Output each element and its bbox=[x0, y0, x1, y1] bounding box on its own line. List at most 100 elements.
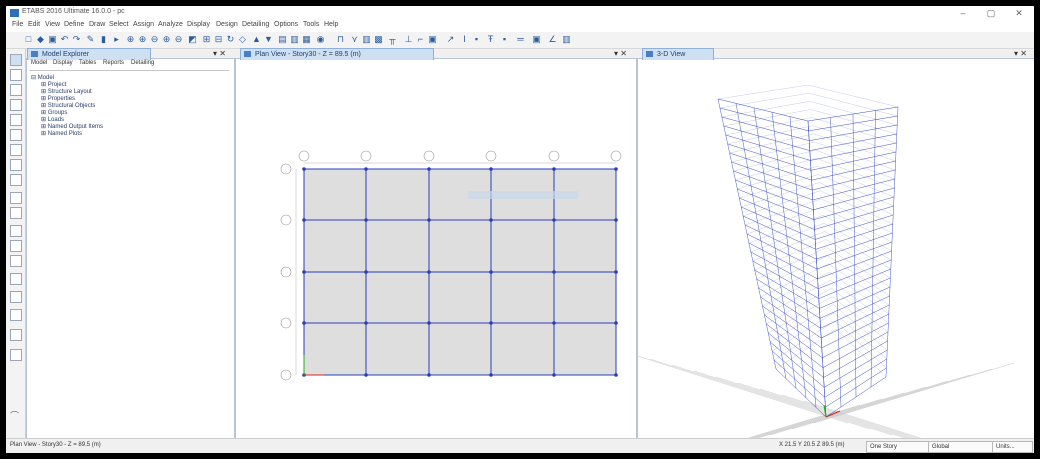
close-button[interactable]: ✕ bbox=[1006, 7, 1032, 19]
tree-item-model[interactable]: ⊟ Model bbox=[31, 74, 54, 81]
assign-angle-icon[interactable]: ∠ bbox=[548, 35, 557, 44]
menu-select[interactable]: Select bbox=[109, 21, 128, 28]
object-shrink-icon[interactable]: ▤ bbox=[278, 35, 287, 44]
explorer-pin-icon[interactable]: ▾ ✕ bbox=[213, 48, 226, 59]
snap-icon[interactable]: ▣ bbox=[428, 35, 437, 44]
draw-strip-icon[interactable] bbox=[10, 349, 22, 361]
snap-options-icon[interactable]: ⌒ bbox=[10, 409, 20, 421]
tab-reports[interactable]: Reports bbox=[103, 60, 124, 66]
menu-help[interactable]: Help bbox=[324, 21, 338, 28]
draw-tendon-tool-icon[interactable] bbox=[10, 309, 22, 321]
menu-view[interactable]: View bbox=[45, 21, 60, 28]
show-undeformed-icon[interactable]: ▦ bbox=[302, 35, 311, 44]
lock-icon[interactable]: ▮ bbox=[99, 35, 108, 44]
save-icon[interactable]: ▣ bbox=[48, 35, 57, 44]
story-select[interactable]: One Story bbox=[866, 441, 929, 453]
assign-shell-icon[interactable]: ▪ bbox=[500, 35, 509, 44]
zoom-window-icon[interactable]: ⊕ bbox=[126, 35, 135, 44]
pointer-tool-icon[interactable] bbox=[10, 54, 22, 66]
plan-view-icon[interactable]: ⊞ bbox=[202, 35, 211, 44]
redo-icon[interactable]: ↷ bbox=[72, 35, 81, 44]
run-analysis-icon[interactable]: ▸ bbox=[112, 35, 121, 44]
tree-item-properties[interactable]: ⊞ Properties bbox=[41, 95, 75, 102]
menu-draw[interactable]: Draw bbox=[89, 21, 105, 28]
tree-item-named-output-items[interactable]: ⊞ Named Output Items bbox=[41, 123, 103, 130]
zoom-previous-icon[interactable]: ⊖ bbox=[174, 35, 183, 44]
assign-misc-icon[interactable]: ▥ bbox=[562, 35, 571, 44]
select-icon[interactable]: ↗ bbox=[446, 35, 455, 44]
draw-rect-tool-icon[interactable] bbox=[10, 192, 22, 204]
elevation-view-icon[interactable]: ⊟ bbox=[214, 35, 223, 44]
menu-assign[interactable]: Assign bbox=[133, 21, 154, 28]
draw-link-tool-icon[interactable] bbox=[10, 291, 22, 303]
zoom-in-icon[interactable]: ⊕ bbox=[138, 35, 147, 44]
3d-view-canvas[interactable] bbox=[638, 59, 1034, 438]
draw-opening-tool-icon[interactable] bbox=[10, 174, 22, 186]
menu-analyze[interactable]: Analyze bbox=[158, 21, 183, 28]
draw-area-icon[interactable]: ⌐ bbox=[416, 35, 425, 44]
units-button[interactable]: Units... bbox=[992, 441, 1033, 453]
draw-link-icon[interactable]: ⊥ bbox=[404, 35, 413, 44]
tab-model[interactable]: Model bbox=[31, 60, 47, 66]
undo-icon[interactable]: ↶ bbox=[60, 35, 69, 44]
3d-view-close-icon[interactable]: ▾ ✕ bbox=[1014, 48, 1027, 59]
tree-item-project[interactable]: ⊞ Project bbox=[41, 81, 66, 88]
tree-item-groups[interactable]: ⊞ Groups bbox=[41, 109, 67, 116]
draw-floor-icon[interactable]: ▩ bbox=[374, 35, 383, 44]
open-icon[interactable]: ◆ bbox=[36, 35, 45, 44]
assign-joint-icon[interactable]: ▪ bbox=[472, 35, 481, 44]
display-dropdown-icon[interactable]: ◉ bbox=[316, 35, 325, 44]
menu-display[interactable]: Display bbox=[187, 21, 210, 28]
move-down-icon[interactable]: ▼ bbox=[264, 35, 273, 44]
assign-load-icon[interactable]: Ŧ bbox=[486, 35, 495, 44]
assign-tendon-icon[interactable]: ▣ bbox=[532, 35, 541, 44]
menu-define[interactable]: Define bbox=[64, 21, 84, 28]
menu-detailing[interactable]: Detailing bbox=[242, 21, 269, 28]
draw-brace-icon[interactable]: ⋎ bbox=[350, 35, 359, 44]
draw-frame-icon[interactable]: ⊓ bbox=[336, 35, 345, 44]
tab-detailing[interactable]: Detailing bbox=[131, 60, 154, 66]
pencil-icon[interactable]: ✎ bbox=[86, 35, 95, 44]
draw-grid-tool-icon[interactable] bbox=[10, 273, 22, 285]
tree-item-named-plots[interactable]: ⊞ Named Plots bbox=[41, 130, 82, 137]
minimize-button[interactable]: – bbox=[950, 7, 976, 19]
tree-item-structure-layout[interactable]: ⊞ Structure Layout bbox=[41, 88, 92, 95]
draw-wall-icon[interactable]: ▥ bbox=[362, 35, 371, 44]
menu-tools[interactable]: Tools bbox=[303, 21, 319, 28]
rotate-icon[interactable]: ↻ bbox=[226, 35, 235, 44]
draw-beam-tool-icon[interactable] bbox=[10, 99, 22, 111]
assign-frame-icon[interactable]: I bbox=[460, 35, 469, 44]
plan-view-canvas[interactable] bbox=[236, 59, 636, 438]
tab-display[interactable]: Display bbox=[53, 60, 73, 66]
grid-bubbles-left[interactable] bbox=[280, 163, 292, 381]
perspective-icon[interactable]: ◇ bbox=[238, 35, 247, 44]
3d-view-icon[interactable]: ◩ bbox=[188, 35, 197, 44]
menu-file[interactable]: File bbox=[12, 21, 23, 28]
tree-item-loads[interactable]: ⊞ Loads bbox=[41, 116, 64, 123]
tree-item-structural-objects[interactable]: ⊞ Structural Objects bbox=[41, 102, 95, 109]
draw-section-cut-icon[interactable] bbox=[10, 225, 22, 237]
move-up-icon[interactable]: ▲ bbox=[252, 35, 261, 44]
assign-link-icon[interactable]: ═ bbox=[516, 35, 525, 44]
draw-dimension-icon[interactable] bbox=[10, 240, 22, 252]
building-frame[interactable] bbox=[717, 84, 899, 418]
model-explorer-tab[interactable]: Model Explorer bbox=[27, 48, 151, 60]
tab-tables[interactable]: Tables bbox=[79, 60, 96, 66]
reshape-tool-icon[interactable] bbox=[10, 69, 22, 81]
plan-view-close-icon[interactable]: ▾ ✕ bbox=[614, 48, 627, 59]
menu-design[interactable]: Design bbox=[216, 21, 238, 28]
zoom-out-icon[interactable]: ⊖ bbox=[150, 35, 159, 44]
draw-slab-tool-icon[interactable] bbox=[10, 144, 22, 156]
zoom-all-icon[interactable]: ⊕ bbox=[162, 35, 171, 44]
draw-brace-tool-icon[interactable] bbox=[10, 129, 22, 141]
draw-joint-tool-icon[interactable] bbox=[10, 84, 22, 96]
menu-options[interactable]: Options bbox=[274, 21, 298, 28]
menu-edit[interactable]: Edit bbox=[28, 21, 40, 28]
grid-bubbles-top[interactable] bbox=[298, 150, 622, 162]
draw-column-tool-icon[interactable] bbox=[10, 114, 22, 126]
set-display-icon[interactable]: ▥ bbox=[290, 35, 299, 44]
coord-system-select[interactable]: Global bbox=[928, 441, 993, 453]
draw-column-icon[interactable]: ╥ bbox=[388, 35, 397, 44]
new-model-icon[interactable]: □ bbox=[24, 35, 33, 44]
draw-wall-stack-icon[interactable] bbox=[10, 329, 22, 341]
